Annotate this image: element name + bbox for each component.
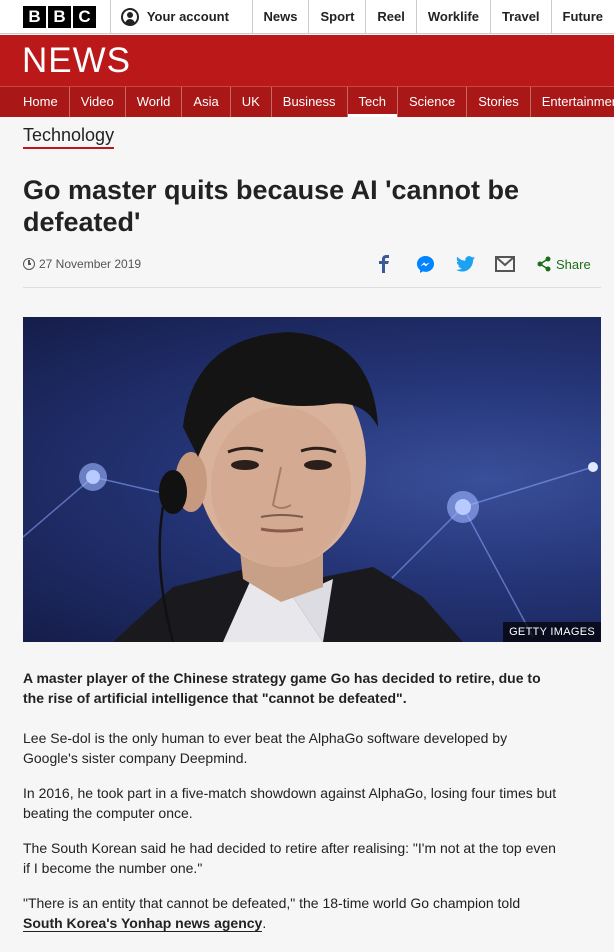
facebook-icon[interactable] xyxy=(378,253,390,275)
article-date: 27 November 2019 xyxy=(23,257,141,271)
section-nav-uk[interactable]: UK xyxy=(231,87,272,117)
twitter-icon[interactable] xyxy=(456,253,475,275)
article-image: GETTY IMAGES xyxy=(23,317,601,642)
section-nav-stories[interactable]: Stories xyxy=(467,87,531,117)
article-paragraph: The South Korean said he had decided to … xyxy=(23,840,556,876)
bbc-logo[interactable]: B B C xyxy=(0,0,110,33)
article-headline: Go master quits because AI 'cannot be de… xyxy=(23,175,520,237)
global-nav-future[interactable]: Future xyxy=(550,0,614,33)
global-nav-news[interactable]: News xyxy=(251,0,309,33)
yonhap-link[interactable]: South Korea's Yonhap news agency xyxy=(23,915,263,932)
section-nav-science[interactable]: Science xyxy=(398,87,468,117)
news-logo[interactable]: NEWS xyxy=(22,41,131,81)
share-tools: Share xyxy=(374,253,594,275)
account-label: Your account xyxy=(146,9,229,24)
bbc-logo-letter-c: C xyxy=(73,5,96,28)
global-header: B B C Your account News Sport Reel Workl… xyxy=(0,0,614,34)
divider xyxy=(23,287,601,288)
article-lede: A master player of the Chinese strategy … xyxy=(23,670,541,706)
photo-illustration xyxy=(23,332,598,642)
share-label: Share xyxy=(556,256,591,272)
global-nav-travel[interactable]: Travel xyxy=(489,0,551,33)
bbc-logo-letter-b2: B xyxy=(48,5,71,28)
global-nav: News Sport Reel Worklife Travel Future xyxy=(251,0,614,33)
article-paragraph: In 2016, he took part in a five-match sh… xyxy=(23,785,557,821)
image-credit: GETTY IMAGES xyxy=(503,622,601,642)
global-nav-reel[interactable]: Reel xyxy=(365,0,415,33)
section-nav: Home Video World Asia UK Business Tech S… xyxy=(0,86,614,117)
section-nav-tech[interactable]: Tech xyxy=(347,87,398,117)
section-nav-world[interactable]: World xyxy=(126,87,183,117)
date-text: 27 November 2019 xyxy=(39,257,142,271)
account-icon xyxy=(120,7,139,26)
section-nav-video[interactable]: Video xyxy=(70,87,126,117)
news-banner: NEWS xyxy=(0,35,614,86)
messenger-icon[interactable] xyxy=(416,253,435,275)
paragraph-text: "There is an entity that cannot be defea… xyxy=(23,895,521,911)
section-nav-asia[interactable]: Asia xyxy=(182,87,231,117)
section-nav-home[interactable]: Home xyxy=(0,87,70,117)
share-button[interactable]: Share xyxy=(536,253,591,275)
section-nav-entertainment[interactable]: Entertainment & Arts xyxy=(531,87,614,117)
global-nav-sport[interactable]: Sport xyxy=(308,0,365,33)
share-icon xyxy=(537,256,551,272)
article-paragraph: "There is an entity that cannot be defea… xyxy=(23,893,563,933)
section-link-technology[interactable]: Technology xyxy=(23,125,115,149)
account-link[interactable]: Your account xyxy=(109,0,252,33)
bbc-logo-letter-b1: B xyxy=(23,5,46,28)
global-nav-worklife[interactable]: Worklife xyxy=(415,0,490,33)
section-nav-business[interactable]: Business xyxy=(272,87,348,117)
article-paragraph: Lee Se-dol is the only human to ever bea… xyxy=(23,730,508,766)
clock-icon xyxy=(23,258,35,270)
paragraph-end: . xyxy=(262,915,267,931)
email-icon[interactable] xyxy=(495,253,515,275)
